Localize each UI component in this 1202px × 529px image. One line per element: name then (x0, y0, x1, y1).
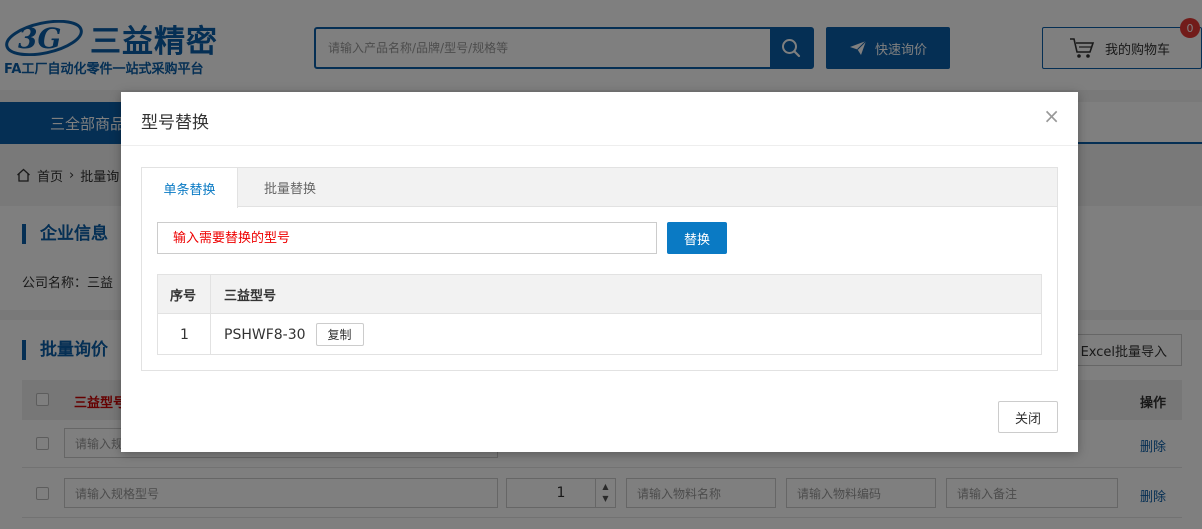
table-row: 1 PSHWF8-30 复制 (158, 315, 1041, 354)
replace-tab-panel: 单条替换 批量替换 替换 序号 三益型号 1 PSHWF8-30 复制 (141, 167, 1058, 371)
close-icon[interactable]: × (1043, 106, 1060, 126)
replace-button[interactable]: 替换 (667, 222, 727, 254)
result-table-header: 序号 三益型号 (158, 275, 1041, 314)
column-index: 序号 (170, 289, 197, 304)
tab-batch-replace[interactable]: 批量替换 (238, 168, 342, 207)
copy-button[interactable]: 复制 (315, 323, 364, 346)
row-model: PSHWF8-30 (224, 326, 306, 343)
replace-model-input[interactable] (157, 222, 657, 254)
dialog-close-button[interactable]: 关闭 (998, 401, 1058, 433)
tab-single-replace[interactable]: 单条替换 (142, 168, 238, 208)
dialog-title: 型号替换 (141, 113, 209, 133)
row-index: 1 (180, 326, 189, 343)
tab-bar: 单条替换 批量替换 (142, 168, 1057, 208)
dialog-header: 型号替换 × (121, 92, 1078, 146)
replace-result-table: 序号 三益型号 1 PSHWF8-30 复制 (157, 274, 1042, 355)
model-replace-dialog: 型号替换 × 单条替换 批量替换 替换 序号 三益型号 1 PSHWF8-30 … (121, 92, 1078, 452)
column-model: 三益型号 (224, 289, 277, 304)
